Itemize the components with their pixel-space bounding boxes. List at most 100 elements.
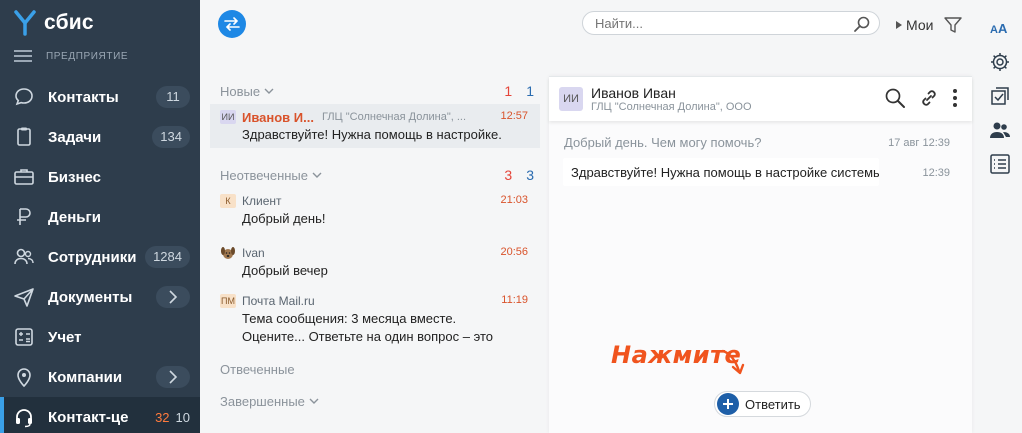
plus-icon (717, 393, 739, 415)
sender-name: Ivan (242, 246, 265, 260)
nav-count: 11 (156, 86, 190, 108)
sender-org: ГЛЦ "Солнечная Долина", ... (321, 111, 467, 123)
nav-item-contact-center[interactable]: Контакт-це 32 10 (0, 397, 200, 433)
switch-button[interactable] (218, 10, 246, 38)
users-icon[interactable] (986, 116, 1014, 144)
logo[interactable]: сбис (14, 8, 94, 38)
list-item[interactable]: ПМ Почта Mail.ru 11:19 Тема сообщения: 3… (210, 288, 540, 354)
chat-list: Новые 1 1 ИИ Иванов И... ГЛЦ "Солнечная … (210, 78, 540, 414)
client-message-time: 12:39 (922, 167, 950, 179)
org-row[interactable]: ПРЕДПРИЯТИЕ (14, 50, 128, 62)
list-item[interactable]: Ivan 20:56 Добрый вечер (210, 240, 540, 288)
search-icon[interactable] (884, 87, 906, 109)
gear-icon[interactable] (986, 48, 1014, 76)
headset-icon (12, 405, 36, 429)
chevron-down-icon (264, 88, 274, 94)
reply-button[interactable]: Ответить (714, 391, 811, 417)
chevron-right-icon[interactable] (156, 286, 190, 308)
sender-name: Почта Mail.ru (242, 294, 315, 308)
nav: Контакты 11 Задачи 134 Бизнес Деньги Сот… (0, 77, 200, 433)
tasks-check-icon[interactable] (986, 82, 1014, 110)
client-message: Здравствуйте! Нужна помощь в настройке с… (563, 158, 879, 186)
mine-filter[interactable]: Мои (896, 17, 933, 33)
item-message: Добрый день! (242, 211, 326, 226)
system-message: Добрый день. Чем могу помочь? (564, 135, 762, 150)
chat-header: ИИ Иванов Иван ГЛЦ "Солнечная Долина", О… (549, 77, 972, 121)
nav-label: Документы (48, 288, 133, 306)
group-title: Завершенные (220, 393, 305, 409)
group-title: Новые (220, 83, 261, 99)
item-time: 21:03 (500, 194, 528, 206)
nav-item-contacts[interactable]: Контакты 11 (0, 77, 200, 117)
contact-org: ГЛЦ "Солнечная Долина", ООО (591, 101, 752, 113)
caret-right-icon (896, 21, 902, 29)
nav-label: Учет (48, 328, 82, 346)
nav-item-documents[interactable]: Документы (0, 277, 200, 317)
system-message-time: 17 авг 12:39 (888, 137, 950, 149)
tasks-icon (12, 125, 36, 149)
count-blue: 3 (526, 167, 534, 183)
avatar: ИИ (220, 110, 236, 124)
nav-counts: 32 10 (155, 406, 190, 428)
search-icon[interactable] (853, 15, 871, 33)
chevron-right-icon[interactable] (156, 366, 190, 388)
avatar: ПМ (220, 294, 236, 308)
tool-strip: AA (986, 14, 1014, 184)
nav-item-business[interactable]: Бизнес (0, 157, 200, 197)
search-field[interactable] (582, 11, 880, 35)
group-counts: 1 1 (504, 83, 534, 99)
nav-label: Сотрудники (48, 248, 137, 266)
nav-label: Контакт-це (48, 408, 128, 426)
count-red: 1 (504, 83, 513, 99)
svg-text:A: A (990, 24, 998, 35)
nav-label: Бизнес (48, 168, 102, 186)
sidebar: сбис ПРЕДПРИЯТИЕ Контакты 11 Задачи 134 … (0, 0, 200, 433)
money-icon (12, 205, 36, 229)
group-finished[interactable]: Завершенные (210, 388, 540, 414)
nav-count-gray: 10 (175, 409, 190, 425)
contacts-bubble-icon (12, 85, 36, 109)
search-input[interactable] (595, 15, 845, 31)
item-message: Добрый вечер (242, 263, 328, 278)
org-label: ПРЕДПРИЯТИЕ (46, 50, 129, 62)
reply-label: Ответить (745, 396, 801, 412)
nav-item-money[interactable]: Деньги (0, 197, 200, 237)
nav-label: Контакты (48, 88, 119, 106)
group-answered[interactable]: Отвеченные (210, 356, 540, 382)
dog-avatar-icon (220, 246, 236, 260)
link-icon[interactable] (918, 87, 940, 109)
list-item[interactable]: ИИ Иванов И... ГЛЦ "Солнечная Долина", .… (210, 104, 540, 148)
paper-plane-icon (12, 285, 36, 309)
item-time: 20:56 (500, 246, 528, 258)
logo-text: сбис (44, 11, 94, 34)
filter-icon[interactable] (944, 16, 962, 34)
chat-header-actions (884, 87, 958, 109)
menu-icon[interactable] (14, 50, 32, 62)
item-time: 11:19 (501, 294, 528, 306)
contact-name[interactable]: Иванов Иван (591, 85, 752, 101)
count-blue: 1 (526, 83, 534, 99)
group-unanswered[interactable]: Неотвеченные 3 3 (210, 162, 540, 188)
font-size-icon[interactable]: AA (986, 14, 1014, 42)
swap-arrows-icon (224, 17, 240, 31)
chevron-down-icon (309, 398, 319, 404)
nav-item-companies[interactable]: Компании (0, 357, 200, 397)
group-title: Отвеченные (220, 361, 295, 377)
sender-name: Клиент (242, 194, 282, 208)
nav-item-employees[interactable]: Сотрудники 1284 (0, 237, 200, 277)
more-vertical-icon[interactable] (952, 88, 958, 108)
briefcase-icon (12, 165, 36, 189)
chevron-down-icon (312, 172, 322, 178)
group-new[interactable]: Новые 1 1 (210, 78, 540, 104)
list-item[interactable]: К Клиент 21:03 Добрый день! (210, 188, 540, 240)
list-icon[interactable] (986, 150, 1014, 178)
avatar: К (220, 194, 236, 208)
svg-text:A: A (998, 21, 1008, 35)
nav-item-tasks[interactable]: Задачи 134 (0, 117, 200, 157)
nav-count-red: 32 (155, 409, 170, 425)
hint-arrow-icon (721, 349, 745, 375)
avatar: ИИ (559, 87, 583, 111)
mine-label: Мои (906, 17, 934, 33)
nav-item-accounting[interactable]: Учет (0, 317, 200, 357)
group-title: Неотвеченные (220, 167, 309, 183)
